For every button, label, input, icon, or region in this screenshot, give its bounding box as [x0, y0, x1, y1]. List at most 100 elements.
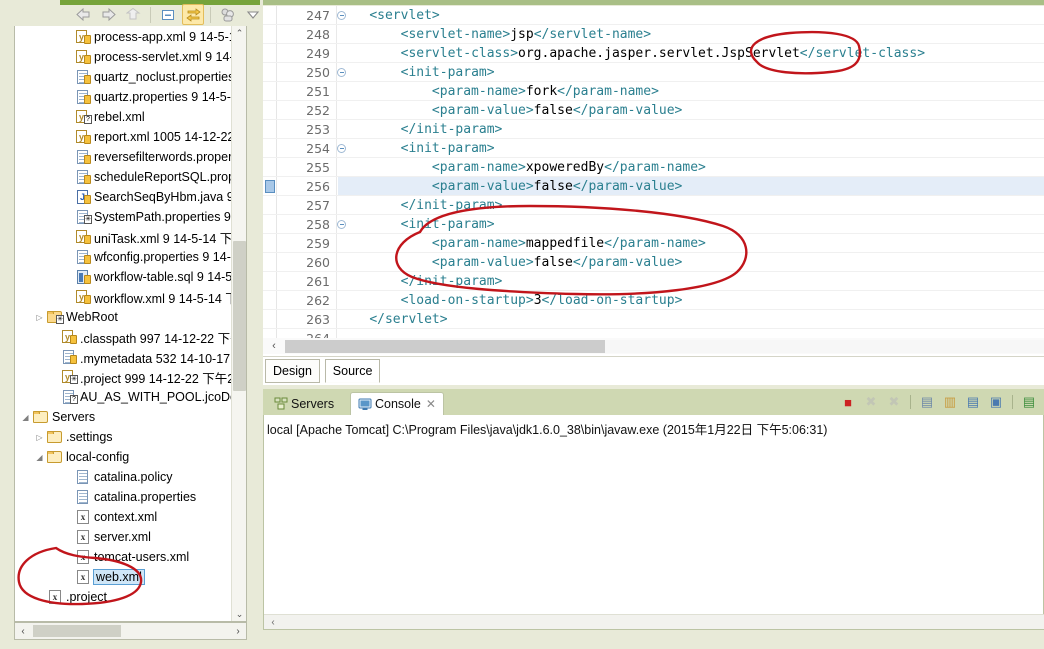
code-line[interactable]: <init-param> — [263, 215, 1044, 234]
bookmark-marker-icon[interactable] — [265, 180, 275, 193]
tree-item[interactable]: wfconfig.properties 9 14-5 — [15, 247, 233, 267]
tree-item[interactable]: y .classpath 997 14-12-22 下午2 — [15, 327, 233, 347]
code-line[interactable]: <load-on-startup>3</load-on-startup> — [263, 291, 1044, 310]
code-line[interactable]: </servlet> — [263, 310, 1044, 329]
code-line[interactable]: </init-param> — [263, 196, 1044, 215]
scroll-lock-button[interactable]: ▥ — [941, 393, 959, 411]
editor-hscroll-track[interactable] — [285, 339, 1044, 353]
terminate-button[interactable]: ■ — [839, 393, 857, 411]
editor-tab-source[interactable]: Source — [324, 359, 381, 383]
back-arrow-icon[interactable] — [72, 4, 94, 25]
view-menu-icon[interactable] — [242, 4, 264, 25]
tree-twistie-icon[interactable]: ◢ — [19, 413, 32, 422]
forward-arrow-icon[interactable] — [97, 4, 119, 25]
console-output-area[interactable]: local [Apache Tomcat] C:\Program Files\j… — [263, 415, 1044, 630]
tree-item[interactable]: x .project — [15, 587, 233, 607]
tree-item[interactable]: x server.xml — [15, 527, 233, 547]
code-line[interactable]: <param-name>mappedfile</param-name> — [263, 234, 1044, 253]
tree-item[interactable]: ◢ local-config — [15, 447, 233, 467]
code-line[interactable]: <param-value>false</param-value> — [263, 177, 1044, 196]
tree-item[interactable]: y process-servlet.xml 9 14-5- — [15, 47, 233, 67]
code-line[interactable]: <param-value>false</param-value> — [263, 101, 1044, 120]
code-line[interactable]: <servlet-name>jsp</servlet-name> — [263, 25, 1044, 44]
editor-horizontal-scrollbar[interactable]: ‹ — [263, 338, 1044, 354]
tree-item[interactable]: J SearchSeqByHbm.java 912 — [15, 187, 233, 207]
console-hscroll-left-arrow-icon[interactable]: ‹ — [264, 617, 282, 628]
tree-item[interactable]: x web.xml — [15, 567, 233, 587]
code-line[interactable]: </init-param> — [263, 272, 1044, 291]
console-tab-console[interactable]: Console ✕ — [350, 392, 444, 415]
pin-console-button[interactable]: ▤ — [964, 393, 982, 411]
hscroll-left-arrow-icon[interactable]: ‹ — [15, 626, 31, 637]
source-code-text[interactable]: <servlet> <servlet-name>jsp</servlet-nam… — [263, 6, 1044, 338]
tree-item[interactable]: y? rebel.xml — [15, 107, 233, 127]
tree-item[interactable]: catalina.policy — [15, 467, 233, 487]
tree-item[interactable]: ▷ ✳ WebRoot — [15, 307, 233, 327]
tree-item-label: catalina.policy — [94, 470, 173, 484]
code-line[interactable]: <param-name>fork</param-name> — [263, 82, 1044, 101]
console-horizontal-scrollbar[interactable]: ‹ — [264, 614, 1044, 629]
code-line[interactable]: <servlet> — [263, 6, 1044, 25]
editor-page-tabs: Design Source — [263, 356, 1044, 384]
display-selected-console-button[interactable]: ▣ — [987, 393, 1005, 411]
tree-item-label: server.xml — [94, 530, 151, 544]
close-tab-icon[interactable]: ✕ — [426, 397, 436, 411]
collapse-all-icon[interactable] — [157, 4, 179, 25]
tree-item[interactable]: workflow-table.sql 9 14-5- — [15, 267, 233, 287]
hscroll-thumb[interactable] — [33, 625, 121, 637]
editor-tab-design[interactable]: Design — [265, 359, 320, 383]
tree-twistie-icon[interactable]: ▷ — [33, 433, 46, 442]
tree-item[interactable]: reversefilterwords.propertie — [15, 147, 233, 167]
scroll-thumb[interactable] — [233, 241, 246, 391]
tree-item[interactable]: catalina.properties — [15, 487, 233, 507]
marker-column[interactable] — [263, 6, 277, 338]
clear-console-button[interactable]: ▤ — [918, 393, 936, 411]
code-line[interactable]: <param-value>false</param-value> — [263, 253, 1044, 272]
link-with-editor-icon[interactable] — [182, 4, 204, 25]
open-console-button[interactable]: ▤ — [1020, 393, 1038, 411]
code-line[interactable]: <init-param> — [263, 63, 1044, 82]
tree-twistie-icon[interactable]: ◢ — [33, 453, 46, 462]
tree-item[interactable]: ◢ Servers — [15, 407, 233, 427]
tree-item[interactable]: y report.xml 1005 14-12-22 — [15, 127, 233, 147]
tree-item[interactable]: y uniTask.xml 9 14-5-14 下午 — [15, 227, 233, 247]
tree-horizontal-scrollbar[interactable]: ‹ › — [14, 622, 247, 640]
tree-item[interactable]: quartz.properties 9 14-5-1 — [15, 87, 233, 107]
tree-item[interactable]: y process-app.xml 9 14-5-14 — [15, 27, 233, 47]
tree-item[interactable]: y workflow.xml 9 14-5-14 下 — [15, 287, 233, 307]
editor-hscroll-thumb[interactable] — [285, 339, 605, 353]
code-line[interactable]: <init-param> — [263, 139, 1044, 158]
tree-item[interactable]: x context.xml — [15, 507, 233, 527]
tree-item[interactable]: .mymetadata 532 14-10-17 下 — [15, 347, 233, 367]
tree-vertical-scrollbar[interactable]: ⌃ ⌄ — [231, 26, 246, 621]
code-viewport[interactable]: 247 248 249 250 251 252 253 254 255 256 257 258 259 2… — [263, 6, 1044, 338]
tree-item-container: y process-app.xml 9 14-5-14 y process-servl… — [15, 26, 233, 621]
tree-item[interactable]: scheduleReportSQL.proper — [15, 167, 233, 187]
tree-item[interactable]: ▷ .settings — [15, 427, 233, 447]
scroll-up-arrow-icon[interactable]: ⌃ — [232, 26, 246, 41]
scroll-down-arrow-icon[interactable]: ⌄ — [232, 607, 246, 621]
tree-item[interactable]: x tomcat-users.xml — [15, 547, 233, 567]
package-explorer-tree[interactable]: y process-app.xml 9 14-5-14 y process-servl… — [14, 26, 247, 622]
tree-twistie-icon[interactable]: ▷ — [33, 313, 46, 322]
code-line[interactable] — [338, 329, 1044, 338]
console-icon — [358, 398, 372, 410]
tree-item-icon: x — [46, 589, 63, 605]
tree-item[interactable]: ?AU_AS_WITH_POOL.jcoDestinat — [15, 387, 233, 407]
hscroll-track[interactable] — [31, 624, 230, 638]
code-line[interactable]: </init-param> — [263, 120, 1044, 139]
tree-item-icon: y — [74, 129, 91, 145]
focus-on-active-task-icon[interactable] — [217, 4, 239, 25]
editor-hscroll-left-arrow-icon[interactable]: ‹ — [263, 340, 285, 352]
lock-overlay-icon — [84, 75, 91, 84]
lock-overlay-icon — [84, 235, 91, 244]
code-line[interactable]: <servlet-class>org.apache.jasper.servlet… — [263, 44, 1044, 63]
tree-item-icon: y — [74, 29, 91, 45]
tree-item-label: report.xml 1005 14-12-22 — [94, 130, 233, 144]
console-tab-servers[interactable]: Servers — [267, 392, 341, 415]
hscroll-right-arrow-icon[interactable]: › — [230, 626, 246, 637]
tree-item[interactable]: ✳ SystemPath.properties 972 — [15, 207, 233, 227]
tree-item[interactable]: quartz_noclust.properties 9 — [15, 67, 233, 87]
code-line[interactable]: <param-name>xpoweredBy</param-name> — [263, 158, 1044, 177]
tree-item[interactable]: y✳.project 999 14-12-22 下午2:25 — [15, 367, 233, 387]
